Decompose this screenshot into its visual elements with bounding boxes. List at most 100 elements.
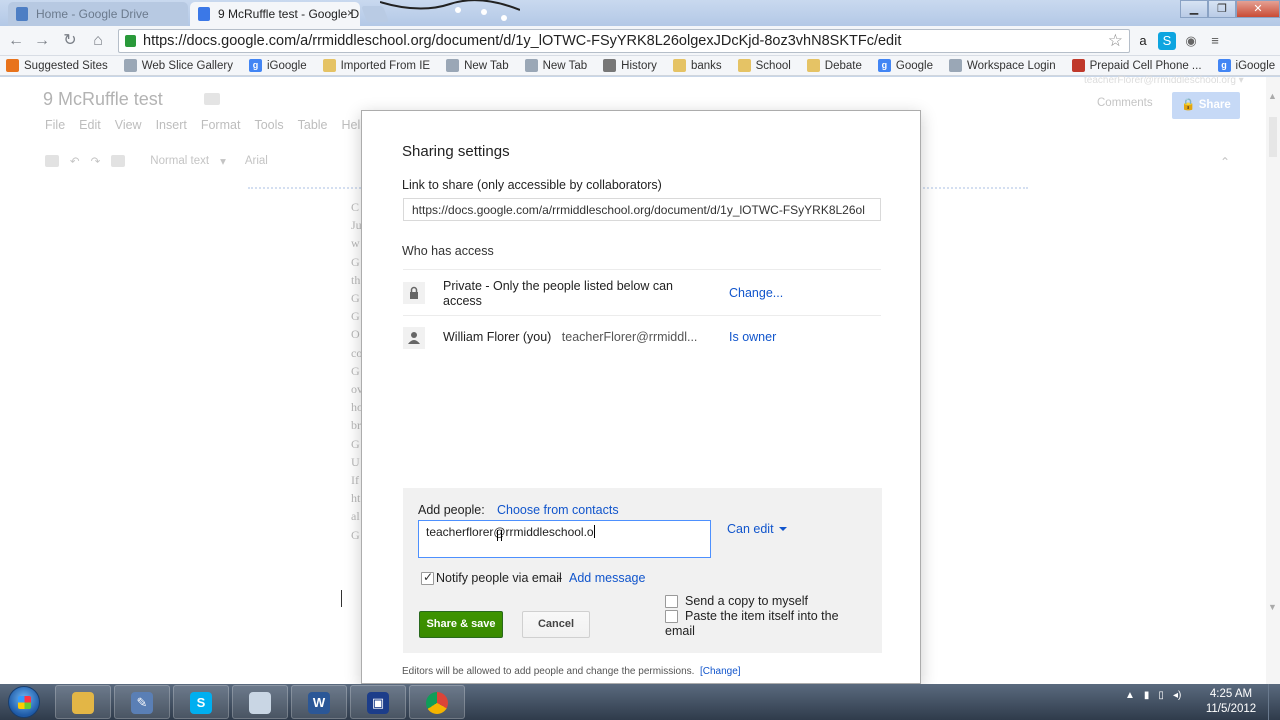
menu-item[interactable]: Hel [342, 118, 361, 132]
menu-item[interactable]: Tools [254, 118, 283, 132]
bookmark-item[interactable]: Workspace Login [948, 59, 1056, 72]
page-icon [446, 59, 460, 72]
menu-item[interactable]: Table [298, 118, 328, 132]
home-icon[interactable]: ⌂ [88, 31, 108, 51]
notify-via-email-label[interactable]: Notify people via email [436, 571, 562, 585]
volume-icon[interactable]: ◂) [1173, 690, 1181, 701]
paste-item-label[interactable]: Paste the item itself into the email [665, 609, 855, 639]
battery-icon[interactable]: ▯ [1158, 690, 1164, 701]
share-and-save-button[interactable]: Share & save [419, 611, 503, 638]
pen-app-icon: ✎ [131, 692, 153, 714]
bookmark-item[interactable]: g iGoogle [1217, 59, 1275, 72]
scrollbar-thumb[interactable] [1269, 117, 1277, 157]
amazon-icon[interactable]: a [1134, 32, 1152, 50]
menu-item[interactable]: Format [201, 118, 241, 132]
collapse-menu-icon[interactable]: ⌃ [1220, 155, 1230, 169]
bookmark-item[interactable]: Prepaid Cell Phone ... [1071, 59, 1202, 72]
tray-expand-icon[interactable]: ▲ [1125, 690, 1135, 701]
bookmark-label: Workspace Login [966, 59, 1056, 72]
add-people-panel: Add people: Choose from contacts teacher… [403, 488, 882, 653]
taskbar-image-viewer[interactable] [232, 685, 288, 719]
wrench-menu-icon[interactable]: ≡ [1206, 32, 1224, 50]
window-controls: ▁ ❐ ✕ [1180, 0, 1280, 18]
choose-from-contacts-link[interactable]: Choose from contacts [497, 503, 619, 517]
bookmark-item[interactable]: banks [672, 59, 722, 72]
document-title[interactable]: 9 McRuffle test [43, 89, 163, 110]
bookmark-star-icon[interactable]: ☆ [1108, 31, 1123, 51]
bookmark-item[interactable]: New Tab [524, 59, 587, 72]
bookmark-item[interactable]: Suggested Sites [6, 59, 108, 72]
address-bar[interactable]: https://docs.google.com/a/rrmiddleschool… [118, 29, 1130, 53]
bookmark-item[interactable]: Imported From IE [322, 59, 431, 72]
send-copy-label[interactable]: Send a copy to myself [685, 594, 808, 608]
start-button[interactable] [8, 686, 40, 718]
history-icon [603, 59, 617, 72]
input-caret [593, 525, 595, 538]
change-visibility-link[interactable]: Change... [729, 286, 783, 300]
folder-icon [672, 59, 686, 72]
notify-checkbox[interactable] [421, 570, 434, 585]
user-email-faded: teacherFlorer@rrmiddleschool.org ▾ [1084, 75, 1244, 86]
scroll-up-icon[interactable]: ▲ [1268, 91, 1277, 101]
undo-icon[interactable]: ↶ [70, 154, 80, 168]
bookmark-item[interactable]: g Google [877, 59, 933, 72]
cancel-button[interactable]: Cancel [522, 611, 590, 638]
comments-button[interactable]: Comments [1097, 97, 1153, 109]
mouse-ibeam-cursor-icon [497, 530, 502, 541]
font-select[interactable]: Arial [245, 155, 268, 167]
scroll-down-icon[interactable]: ▼ [1268, 602, 1277, 612]
menu-item[interactable]: File [45, 118, 65, 132]
system-clock[interactable]: 4:25 AM 11/5/2012 [1196, 687, 1266, 717]
taskbar-skype[interactable]: S [173, 685, 229, 719]
bookmark-label: Imported From IE [340, 59, 431, 72]
menu-item[interactable]: Insert [156, 118, 187, 132]
taskbar-chrome[interactable] [409, 685, 465, 719]
back-arrow-icon[interactable]: ← [6, 31, 26, 51]
bookmark-item[interactable]: Debate [806, 59, 862, 72]
bookmark-item[interactable]: School [737, 59, 791, 72]
send-copy-checkbox[interactable] [665, 595, 678, 608]
share-link-field[interactable]: https://docs.google.com/a/rrmiddleschool… [403, 198, 881, 221]
print-icon[interactable] [45, 155, 59, 167]
reload-icon[interactable]: ↻ [60, 31, 80, 51]
taskbar-explorer[interactable] [55, 685, 111, 719]
wallpaper-branch-decoration [380, 0, 520, 21]
show-desktop-button[interactable] [1268, 684, 1280, 720]
bookmark-item[interactable]: New Tab [446, 59, 509, 72]
page-icon [123, 59, 137, 72]
sharing-settings-dialog: Sharing settings Link to share (only acc… [361, 110, 921, 684]
add-people-input[interactable]: teacherflorer@rrmiddleschool.o [418, 520, 711, 558]
tab-google-drive[interactable]: Home - Google Drive [8, 2, 188, 26]
tab-close-icon[interactable]: × [347, 6, 354, 20]
owner-role-link[interactable]: Is owner [729, 330, 776, 344]
network-signal-icon[interactable]: ▮ [1144, 690, 1150, 701]
taskbar-capture-app[interactable]: ▣ [350, 685, 406, 719]
taskbar-word[interactable]: W [291, 685, 347, 719]
menu-item[interactable]: Edit [79, 118, 101, 132]
folder-icon[interactable] [204, 93, 220, 105]
forward-arrow-icon[interactable]: → [32, 31, 52, 51]
page-scrollbar[interactable]: ▲ ▼ [1266, 77, 1280, 684]
minimize-icon[interactable]: ▁ [1180, 0, 1208, 18]
window-close-icon[interactable]: ✕ [1236, 0, 1280, 18]
skype-icon[interactable]: S [1158, 32, 1176, 50]
prepaid-icon [1071, 59, 1085, 72]
style-select[interactable]: Normal text [150, 155, 209, 167]
bookmark-item[interactable]: History [603, 59, 657, 72]
footer-change-link[interactable]: [Change] [700, 666, 741, 677]
bookmark-item[interactable]: Web Slice Gallery [123, 59, 233, 72]
tab-title: Home - Google Drive [36, 7, 149, 21]
eye-icon[interactable]: ◉ [1182, 32, 1200, 50]
menu-item[interactable]: View [115, 118, 142, 132]
taskbar-app-pen[interactable]: ✎ [114, 685, 170, 719]
add-message-link[interactable]: Add message [569, 571, 645, 585]
paint-format-icon[interactable] [111, 155, 126, 167]
share-button[interactable]: 🔒 Share [1172, 92, 1240, 119]
share-button-label: Share [1198, 99, 1231, 111]
bookmark-item[interactable]: g iGoogle [248, 59, 307, 72]
owner-entry: William Florer (you) teacherFlorer@rrmid… [443, 330, 697, 345]
maximize-icon[interactable]: ❐ [1208, 0, 1236, 18]
redo-icon[interactable]: ↷ [91, 154, 101, 168]
tab-mcruffle-test[interactable]: 9 McRuffle test - Google D × [190, 2, 360, 26]
permission-dropdown[interactable]: Can edit [727, 522, 787, 536]
